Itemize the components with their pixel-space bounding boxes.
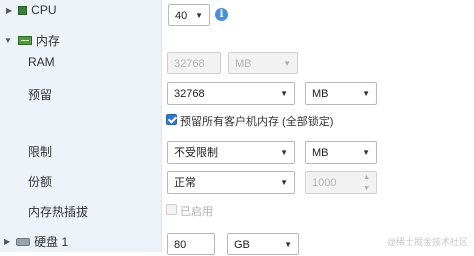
expand-arrow-icon[interactable]: ▶	[6, 6, 12, 15]
collapse-arrow-icon[interactable]: ▼	[4, 36, 12, 45]
column-divider	[161, 0, 162, 252]
chevron-down-icon: ▼	[195, 11, 203, 20]
ram-label: RAM	[28, 55, 55, 69]
vm-hardware-settings: ▶ CPU 40 ▼ i ▼ 内存 RAM 32768 MB ▼ 预留 3276…	[0, 0, 474, 255]
reservation-label: 预留	[28, 88, 53, 102]
ram-unit-select[interactable]: MB ▼	[228, 52, 298, 74]
hotplug-enabled-label: 已启用	[180, 206, 213, 218]
shares-number-value: 1000	[312, 177, 337, 189]
disk-label: 硬盘 1	[34, 235, 69, 249]
reserve-all-memory-label: 预留所有客户机内存 (全部锁定)	[180, 116, 334, 128]
cpu-row-label[interactable]: ▶ CPU	[6, 3, 57, 17]
limit-label: 限制	[28, 145, 53, 159]
reserve-all-memory-checkbox[interactable]	[166, 114, 177, 125]
watermark: @稀土掘金技术社区	[386, 237, 468, 247]
chevron-down-icon: ▼	[284, 240, 292, 249]
cpu-count-value: 40	[175, 10, 188, 22]
chevron-down-icon: ▼	[280, 89, 288, 98]
ram-input[interactable]: 32768	[167, 52, 221, 74]
chevron-down-icon: ▼	[362, 89, 370, 98]
disk-row-label[interactable]: ▶ 硬盘 1	[4, 233, 68, 250]
shares-value: 正常	[174, 177, 196, 189]
hotplug-enabled-checkbox[interactable]	[166, 204, 177, 215]
reservation-unit-value: MB	[312, 88, 329, 100]
reservation-value: 32768	[174, 88, 205, 100]
ram-placeholder: 32768	[174, 58, 205, 70]
reservation-select[interactable]: 32768 ▼	[167, 82, 295, 105]
cpu-count-select[interactable]: 40 ▼	[168, 4, 210, 26]
shares-label: 份额	[28, 175, 53, 189]
limit-select[interactable]: 不受限制 ▼	[167, 141, 295, 164]
shares-select[interactable]: 正常 ▼	[167, 171, 295, 194]
chevron-down-icon: ▼	[362, 148, 370, 157]
expand-arrow-icon[interactable]: ▶	[4, 237, 10, 246]
hard-disk-icon	[16, 237, 31, 246]
disk-unit-value: GB	[234, 239, 250, 251]
limit-unit-value: MB	[312, 147, 329, 159]
chevron-down-icon: ▼	[283, 59, 291, 68]
hotplug-label: 内存热插拔	[28, 205, 89, 219]
memory-label: 内存	[35, 34, 60, 48]
limit-value: 不受限制	[174, 147, 218, 159]
memory-icon	[17, 36, 32, 45]
shares-number-stepper[interactable]: 1000 ▲ ▼	[305, 171, 377, 194]
cpu-icon	[18, 5, 28, 15]
ram-unit-value: MB	[235, 58, 252, 70]
stepper-arrows-icon: ▲ ▼	[363, 174, 370, 192]
reservation-unit-select[interactable]: MB ▼	[305, 82, 377, 105]
info-icon[interactable]: i	[215, 8, 228, 21]
cpu-label: CPU	[31, 3, 57, 17]
chevron-down-icon: ▼	[280, 178, 288, 187]
limit-unit-select[interactable]: MB ▼	[305, 141, 377, 164]
memory-section-label[interactable]: ▼ 内存	[4, 32, 60, 49]
chevron-down-icon: ▼	[280, 148, 288, 157]
disk-size-value: 80	[174, 239, 187, 251]
